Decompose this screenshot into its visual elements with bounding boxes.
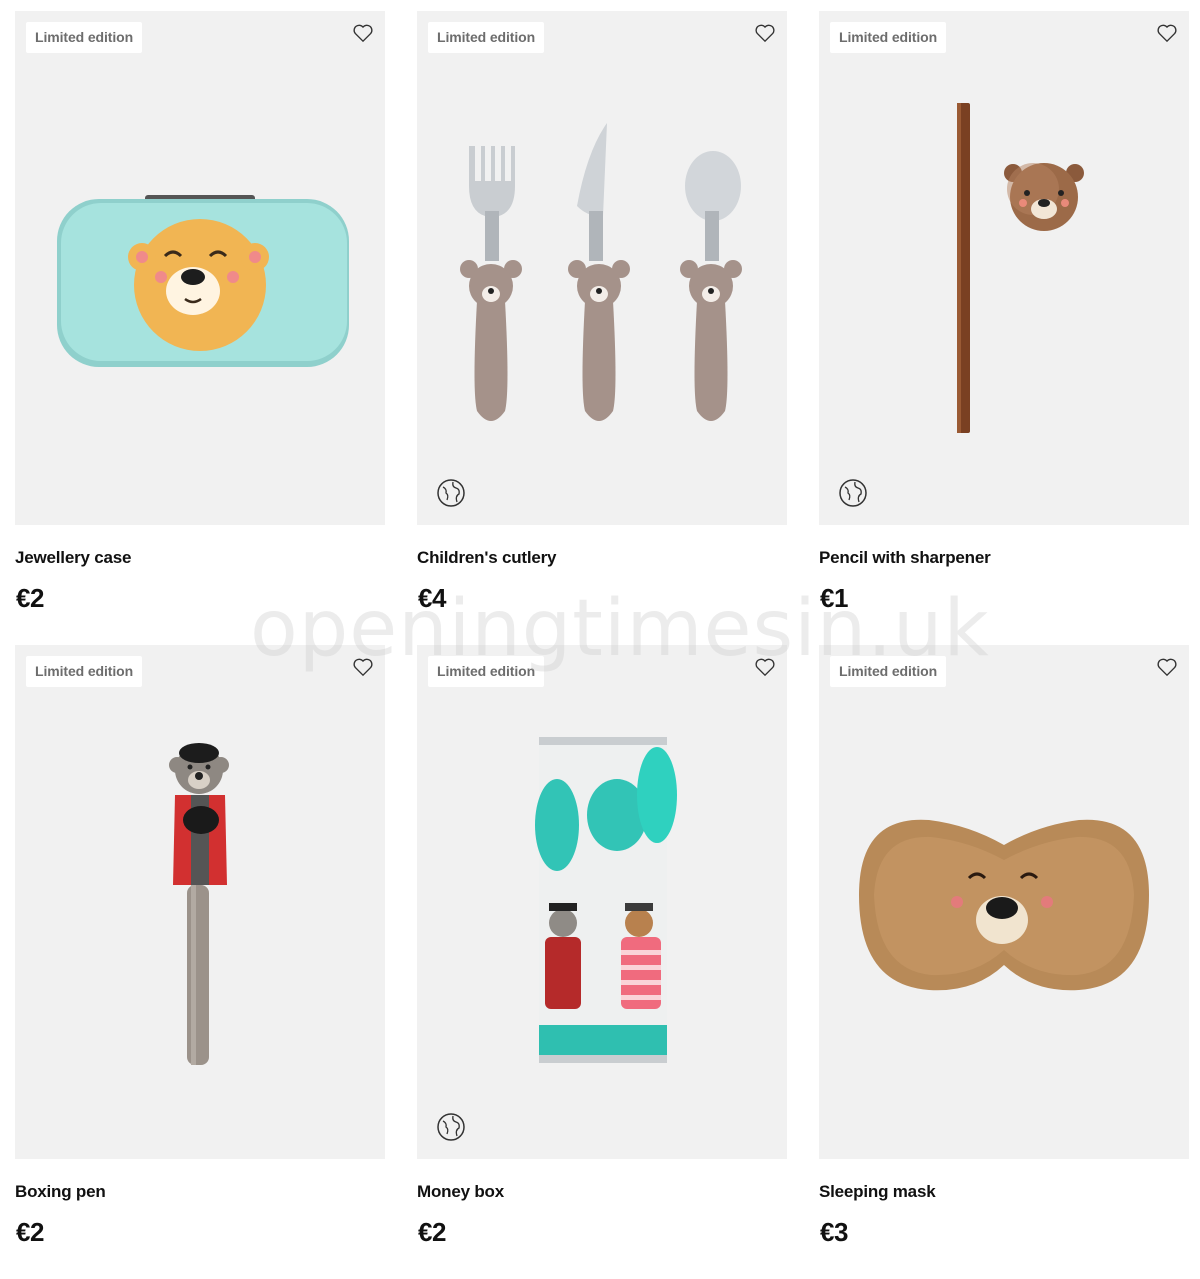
limited-edition-badge: Limited edition <box>428 22 545 53</box>
product-price: €3 <box>820 1217 848 1247</box>
heart-icon[interactable] <box>352 23 374 43</box>
product-price: €2 <box>16 583 44 613</box>
cutlery-image <box>460 123 742 421</box>
product-card[interactable]: Limited edition Pencil with sharpener €1 <box>819 11 1189 645</box>
heart-icon[interactable] <box>754 657 776 677</box>
heart-icon[interactable] <box>352 657 374 677</box>
limited-edition-badge: Limited edition <box>830 22 947 53</box>
product-image[interactable]: Limited edition <box>417 645 787 1159</box>
product-card[interactable]: Limited edition Money box €2 <box>417 645 787 1279</box>
jewellery-case-image <box>57 195 349 367</box>
product-name[interactable]: Sleeping mask <box>819 1182 936 1202</box>
product-name[interactable]: Children's cutlery <box>417 548 557 568</box>
boxing-pen-image <box>169 743 229 1065</box>
product-card[interactable]: Limited edition Boxing pen €2 <box>15 645 385 1279</box>
globe-icon <box>437 479 465 507</box>
product-price: €1 <box>820 583 848 613</box>
product-price: €4 <box>418 583 446 613</box>
globe-icon <box>437 1113 465 1141</box>
product-name[interactable]: Jewellery case <box>15 548 132 568</box>
heart-icon[interactable] <box>1156 657 1178 677</box>
sleeping-mask-image <box>859 819 1149 991</box>
product-card[interactable]: Limited edition Jewellery case €2 <box>15 11 385 645</box>
product-name[interactable]: Money box <box>417 1182 504 1202</box>
money-box-image <box>535 737 677 1063</box>
limited-edition-badge: Limited edition <box>428 656 545 687</box>
heart-icon[interactable] <box>1156 23 1178 43</box>
limited-edition-badge: Limited edition <box>26 656 143 687</box>
heart-icon[interactable] <box>754 23 776 43</box>
globe-icon <box>839 479 867 507</box>
product-image[interactable]: Limited edition <box>819 11 1189 525</box>
pencil-image <box>957 103 1084 433</box>
limited-edition-badge: Limited edition <box>26 22 143 53</box>
product-name[interactable]: Pencil with sharpener <box>819 548 991 568</box>
product-image[interactable]: Limited edition <box>819 645 1189 1159</box>
product-name[interactable]: Boxing pen <box>15 1182 106 1202</box>
limited-edition-badge: Limited edition <box>830 656 947 687</box>
product-image[interactable]: Limited edition <box>15 645 385 1159</box>
product-image[interactable]: Limited edition <box>15 11 385 525</box>
product-price: €2 <box>418 1217 446 1247</box>
product-card[interactable]: Limited edition Sleeping mask €3 <box>819 645 1189 1279</box>
product-card[interactable]: Limited edition Children's cutlery €4 <box>417 11 787 645</box>
product-price: €2 <box>16 1217 44 1247</box>
product-image[interactable]: Limited edition <box>417 11 787 525</box>
product-grid: Limited edition Jewellery case €2 Limite… <box>15 11 1189 1279</box>
